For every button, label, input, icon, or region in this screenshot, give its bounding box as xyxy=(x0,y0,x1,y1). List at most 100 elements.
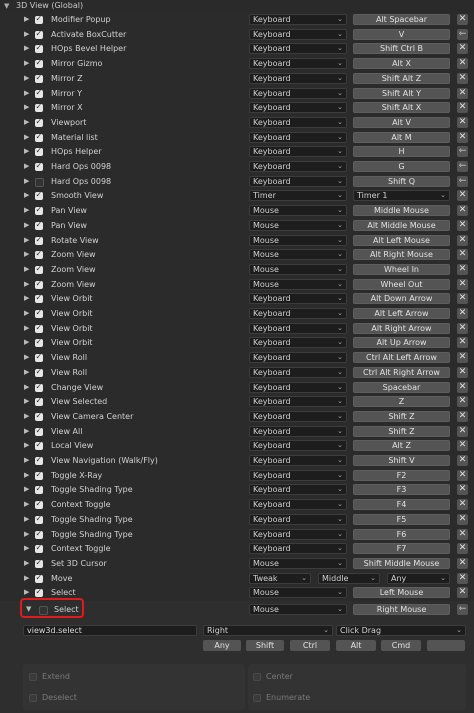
input-type-select[interactable]: Keyboard ⌄ xyxy=(249,72,347,84)
enable-checkbox[interactable] xyxy=(35,587,43,598)
input-type-select[interactable]: Keyboard ⌄ xyxy=(249,440,347,452)
expand-triangle-icon[interactable]: ▶ xyxy=(24,265,29,273)
input-type-select[interactable]: Keyboard ⌄ xyxy=(249,396,347,408)
key-binding-button[interactable]: F2 xyxy=(353,469,450,481)
expand-triangle-icon[interactable]: ▶ xyxy=(24,30,29,38)
remove-x-icon[interactable]: ✕ xyxy=(457,396,468,408)
input-type-select[interactable]: Mouse ⌄ xyxy=(249,604,347,615)
input-type-select[interactable]: Keyboard ⌄ xyxy=(249,484,347,496)
expand-triangle-icon[interactable]: ▶ xyxy=(24,162,29,170)
collapse-triangle-icon[interactable]: ▼ xyxy=(4,2,9,10)
input-type-select[interactable]: Timer ⌄ xyxy=(249,190,347,202)
input-type-select[interactable]: Keyboard ⌄ xyxy=(249,513,347,525)
expand-triangle-icon[interactable]: ▶ xyxy=(24,544,29,552)
input-type-select[interactable]: Keyboard ⌄ xyxy=(249,14,347,25)
restore-icon[interactable]: ⇽ xyxy=(457,28,468,40)
input-type-select[interactable]: Mouse ⌄ xyxy=(249,587,347,599)
remove-x-icon[interactable]: ✕ xyxy=(457,102,468,114)
deselect-checkbox[interactable] xyxy=(29,694,37,702)
expand-triangle-icon[interactable]: ▶ xyxy=(24,236,29,244)
input-type-select[interactable]: Keyboard ⌄ xyxy=(249,58,347,70)
enable-checkbox[interactable] xyxy=(35,558,43,568)
input-type-select[interactable]: Keyboard ⌄ xyxy=(249,366,347,378)
enable-checkbox[interactable] xyxy=(35,279,43,289)
remove-x-icon[interactable]: ✕ xyxy=(457,58,468,70)
key-binding-button[interactable]: Wheel In xyxy=(353,263,450,275)
modifier-any-button[interactable]: Any xyxy=(203,640,241,651)
remove-x-icon[interactable]: ✕ xyxy=(457,499,468,511)
expand-triangle-icon[interactable]: ▶ xyxy=(24,309,29,317)
input-type-select[interactable]: Mouse ⌄ xyxy=(249,219,347,231)
expand-triangle-icon[interactable]: ▶ xyxy=(24,177,29,185)
key-binding-button[interactable]: Ctrl Alt Right Arrow xyxy=(353,366,450,378)
expand-triangle-icon[interactable]: ▶ xyxy=(24,383,29,391)
expand-triangle-icon[interactable]: ▶ xyxy=(24,559,29,567)
enable-checkbox[interactable] xyxy=(35,132,43,142)
expand-triangle-icon[interactable]: ▶ xyxy=(24,397,29,405)
input-type-select[interactable]: Keyboard ⌄ xyxy=(249,455,347,466)
expand-triangle-icon[interactable]: ▶ xyxy=(24,294,29,302)
enable-checkbox[interactable] xyxy=(35,73,43,83)
key-binding-button[interactable]: Shift Z xyxy=(353,410,450,422)
remove-x-icon[interactable]: ✕ xyxy=(457,322,468,334)
key-binding-button[interactable]: Shift Z xyxy=(353,425,450,437)
enable-checkbox[interactable] xyxy=(35,308,43,318)
expand-triangle-icon[interactable]: ▶ xyxy=(24,456,29,464)
expand-triangle-icon[interactable]: ▶ xyxy=(24,133,29,141)
remove-x-icon[interactable]: ✕ xyxy=(457,543,468,555)
enable-checkbox[interactable] xyxy=(35,543,43,554)
input-type-select[interactable]: Mouse ⌄ xyxy=(249,205,347,217)
remove-x-icon[interactable]: ✕ xyxy=(457,14,468,25)
remove-x-icon[interactable]: ✕ xyxy=(457,278,468,290)
key-binding-button[interactable]: F3 xyxy=(353,484,450,496)
remove-x-icon[interactable]: ✕ xyxy=(457,219,468,231)
key-binding-button[interactable]: G xyxy=(353,161,450,172)
enable-checkbox[interactable] xyxy=(35,146,43,157)
remove-x-icon[interactable]: ✕ xyxy=(457,116,468,128)
key-binding-button[interactable]: Alt M xyxy=(353,131,450,143)
input-type-select[interactable]: Keyboard ⌄ xyxy=(249,175,347,187)
expand-triangle-icon[interactable]: ▶ xyxy=(24,353,29,361)
expand-triangle-icon[interactable]: ▶ xyxy=(24,89,29,97)
enable-checkbox[interactable] xyxy=(35,323,43,333)
expand-triangle-icon[interactable]: ▶ xyxy=(24,15,29,23)
input-type-select[interactable]: Mouse ⌄ xyxy=(249,249,347,261)
section-header[interactable]: ▼ 3D View (Global) xyxy=(0,0,474,13)
expand-triangle-icon[interactable]: ▶ xyxy=(24,191,29,199)
key-binding-button[interactable]: F6 xyxy=(353,528,450,540)
key-binding-button[interactable]: Alt Z xyxy=(353,440,450,452)
restore-icon[interactable]: ⇽ xyxy=(457,161,468,172)
modifier-alt-button[interactable]: Alt xyxy=(336,640,376,651)
mode-select[interactable]: Click Drag ⌄ xyxy=(336,625,466,636)
enable-checkbox[interactable] xyxy=(35,455,43,465)
remove-x-icon[interactable]: ✕ xyxy=(457,87,468,99)
modifier-cmd-button[interactable]: Cmd xyxy=(381,640,421,651)
key-binding-button[interactable]: Shift V xyxy=(353,455,450,466)
key-binding-button[interactable]: Alt Middle Mouse xyxy=(353,219,450,231)
remove-x-icon[interactable]: ✕ xyxy=(457,249,468,261)
enable-checkbox[interactable] xyxy=(35,470,43,480)
key-binding-button[interactable]: Alt X xyxy=(353,58,450,70)
expand-triangle-icon[interactable]: ▶ xyxy=(24,368,29,376)
expand-triangle-icon[interactable]: ▶ xyxy=(24,147,29,155)
key-binding-button[interactable]: Spacebar xyxy=(353,381,450,393)
key-binding-button[interactable]: Alt Left Mouse xyxy=(353,234,450,246)
expand-triangle-icon[interactable]: ▶ xyxy=(24,427,29,435)
input-type-select[interactable]: Keyboard ⌄ xyxy=(249,425,347,437)
enable-checkbox[interactable] xyxy=(35,411,43,421)
enable-checkbox[interactable] xyxy=(35,88,43,98)
enable-checkbox[interactable] xyxy=(35,43,43,54)
expand-triangle-icon[interactable]: ▶ xyxy=(24,44,29,52)
key-binding-button[interactable]: Shift Alt X xyxy=(353,102,450,114)
key-binding-button[interactable]: Alt Down Arrow xyxy=(353,293,450,305)
remove-x-icon[interactable]: ✕ xyxy=(457,587,468,599)
key-binding-button[interactable]: Alt Spacebar xyxy=(353,14,450,25)
key-binding-button[interactable]: F7 xyxy=(353,543,450,555)
extend-checkbox[interactable] xyxy=(29,673,37,681)
enable-checkbox[interactable] xyxy=(35,190,43,201)
input-type-select[interactable]: Keyboard ⌄ xyxy=(249,499,347,511)
key-binding-button[interactable]: Shift Alt Z xyxy=(353,72,450,84)
enable-checkbox[interactable] xyxy=(35,102,43,113)
remove-x-icon[interactable]: ✕ xyxy=(457,205,468,217)
remove-x-icon[interactable]: ✕ xyxy=(457,263,468,275)
